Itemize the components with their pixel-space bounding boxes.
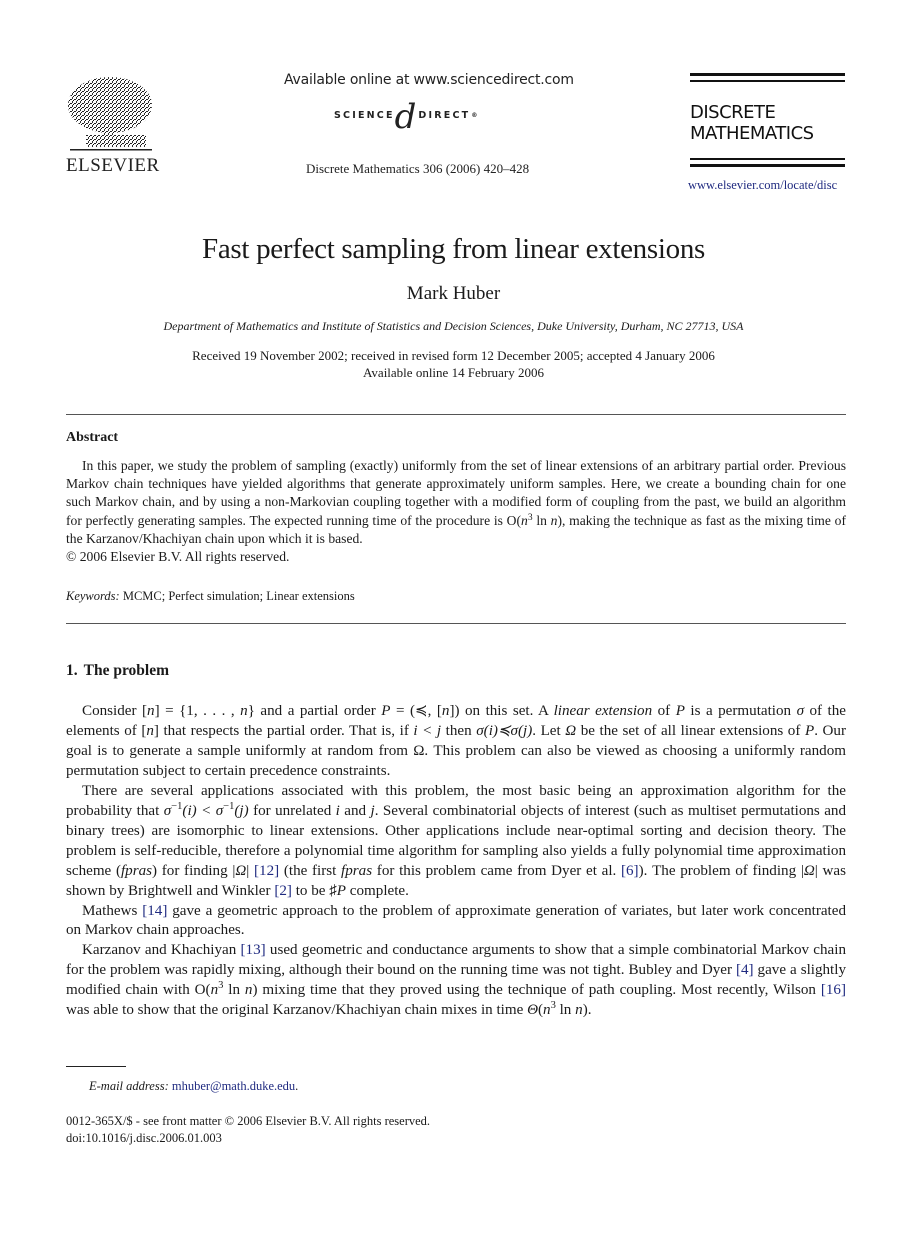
journal-reference: Discrete Mathematics 306 (2006) 420–428 xyxy=(306,161,530,176)
available-online-text[interactable]: Available online at www.sciencedirect.co… xyxy=(284,72,574,88)
divider xyxy=(690,80,845,82)
available-online-date: Available online 14 February 2006 xyxy=(363,365,544,380)
keywords-values: MCMC; Perfect simulation; Linear extensi… xyxy=(122,589,355,603)
footnote-period: . xyxy=(295,1079,299,1093)
author-name: Mark Huber xyxy=(406,283,501,304)
divider xyxy=(690,164,845,167)
doi: doi:10.1016/j.disc.2006.01.003 xyxy=(66,1131,222,1145)
sciencedirect-logo: SCIENCE d DIRECT ® xyxy=(334,97,478,137)
article-dates: Received 19 November 2002; received in r… xyxy=(0,347,907,381)
section-body: Consider [n] = {1, . . . , n} and a part… xyxy=(66,702,846,1021)
journal-title-box: DISCRETE MATHEMATICS xyxy=(690,73,845,167)
abstract-paragraph: In this paper, we study the problem of s… xyxy=(66,458,846,546)
keywords: Keywords: MCMC; Perfect simulation; Line… xyxy=(66,589,355,604)
journal-url-link[interactable]: www.elsevier.com/locate/disc xyxy=(688,178,837,193)
journal-title-line2: MATHEMATICS xyxy=(690,123,814,144)
sciencedirect-left: SCIENCE xyxy=(334,109,395,121)
section-number: 1. xyxy=(66,662,78,679)
abstract-body: In this paper, we study the problem of s… xyxy=(66,457,846,566)
registered-mark: ® xyxy=(471,111,478,119)
email-link[interactable]: mhuber@math.duke.edu xyxy=(172,1079,295,1093)
citation-link[interactable]: [4] xyxy=(736,962,754,978)
footnote-rule xyxy=(66,1066,126,1067)
author-affiliation: Department of Mathematics and Institute … xyxy=(163,319,744,333)
section-title: The problem xyxy=(83,662,170,679)
paragraph: Karzanov and Khachiyan [13] used geometr… xyxy=(66,942,847,1019)
citation-link[interactable]: [13] xyxy=(241,942,266,958)
issn-copyright: 0012-365X/$ - see front matter © 2006 El… xyxy=(66,1114,431,1128)
divider xyxy=(66,623,846,624)
abstract-heading: Abstract xyxy=(66,430,119,445)
footnote-email: E-mail address: mhuber@math.duke.edu. xyxy=(89,1079,298,1094)
divider xyxy=(690,158,845,160)
sciencedirect-right: DIRECT xyxy=(418,109,471,121)
paragraph: Consider [n] = {1, . . . , n} and a part… xyxy=(66,703,846,779)
abstract-copyright: © 2006 Elsevier B.V. All rights reserved… xyxy=(66,549,290,565)
email-label: E-mail address: xyxy=(89,1079,169,1093)
elsevier-wordmark: ELSEVIER xyxy=(66,155,160,176)
elsevier-tree-logo xyxy=(66,75,154,155)
paragraph: Mathews [14] gave a geometric approach t… xyxy=(66,902,846,939)
citation-link[interactable]: [2] xyxy=(274,883,292,899)
sciencedirect-d-icon: d xyxy=(394,97,417,137)
keywords-label: Keywords: xyxy=(66,589,120,603)
section-heading: 1. The problem xyxy=(66,662,169,680)
paragraph: There are several applications associate… xyxy=(66,782,847,899)
received-dates: Received 19 November 2002; received in r… xyxy=(192,348,715,363)
citation-link[interactable]: [16] xyxy=(821,982,846,998)
front-matter: 0012-365X/$ - see front matter © 2006 El… xyxy=(66,1113,430,1147)
tree-icon xyxy=(68,77,152,151)
divider xyxy=(66,414,846,415)
citation-link[interactable]: [12] xyxy=(254,863,279,879)
citation-link[interactable]: [14] xyxy=(142,903,167,919)
journal-title-line1: DISCRETE xyxy=(690,102,776,123)
divider xyxy=(690,73,845,76)
article-title: Fast perfect sampling from linear extens… xyxy=(201,233,706,265)
citation-link[interactable]: [6] xyxy=(621,863,639,879)
